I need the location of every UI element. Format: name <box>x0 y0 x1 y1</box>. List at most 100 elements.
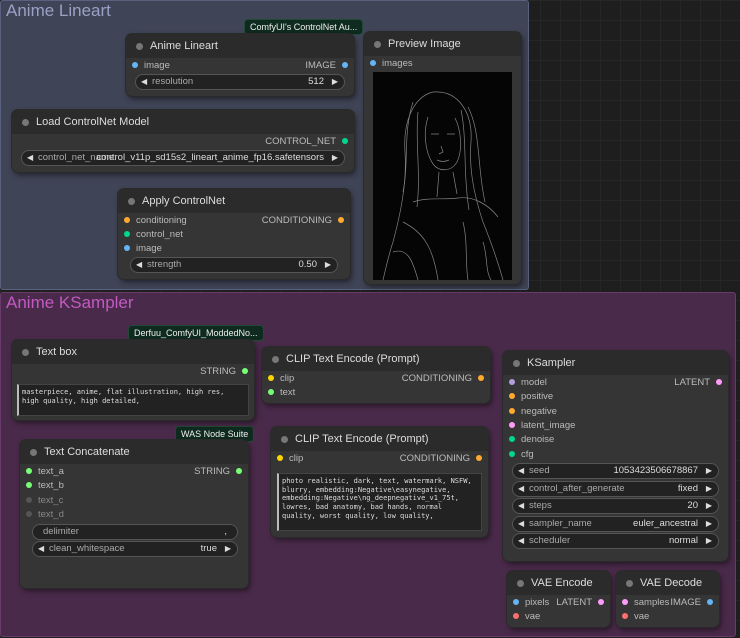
sampler-name-widget[interactable]: ◀ sampler_name euler_ancestral ▶ <box>512 516 719 532</box>
node-load-controlnet[interactable]: Load ControlNet Model CONTROL_NET ◀ cont… <box>12 110 354 172</box>
input-slot-text-b[interactable]: text_b <box>26 480 64 492</box>
node-title-bar[interactable]: VAE Encode <box>507 571 610 595</box>
strength-widget[interactable]: ◀ strength 0.50 ▶ <box>130 257 338 273</box>
input-slot-image[interactable]: image <box>132 60 170 72</box>
collapse-dot-icon[interactable] <box>281 436 288 443</box>
input-slot-latent-image[interactable]: latent_image <box>509 420 575 432</box>
slot-dot-icon[interactable] <box>26 497 32 503</box>
node-text-box[interactable]: Text box STRING masterpiece, anime, flat… <box>12 340 254 420</box>
output-slot-string[interactable]: STRING <box>194 466 242 478</box>
collapse-dot-icon[interactable] <box>22 119 29 126</box>
next-arrow-icon[interactable]: ▶ <box>225 542 231 556</box>
slot-dot-icon[interactable] <box>716 379 722 385</box>
input-slot-vae[interactable]: vae <box>622 611 649 623</box>
input-slot-text-c[interactable]: text_c <box>26 495 63 507</box>
output-slot-image[interactable]: IMAGE <box>670 597 713 609</box>
collapse-dot-icon[interactable] <box>30 449 37 456</box>
collapse-dot-icon[interactable] <box>136 43 143 50</box>
slot-dot-icon[interactable] <box>509 436 515 442</box>
node-vae-decode[interactable]: VAE Decode samples IMAGE vae <box>616 571 719 627</box>
prev-arrow-icon[interactable]: ◀ <box>518 517 524 531</box>
decrement-arrow-icon[interactable]: ◀ <box>136 258 142 272</box>
node-clip-text-encode-positive[interactable]: CLIP Text Encode (Prompt) clip CONDITION… <box>262 347 490 403</box>
input-slot-image[interactable]: image <box>124 243 162 255</box>
collapse-dot-icon[interactable] <box>626 580 633 587</box>
node-title-bar[interactable]: Load ControlNet Model <box>12 110 354 134</box>
output-slot-latent[interactable]: LATENT <box>556 597 604 609</box>
node-title-bar[interactable]: Anime Lineart <box>126 34 354 58</box>
resolution-widget[interactable]: ◀ resolution 512 ▶ <box>135 74 345 90</box>
output-slot-control-net[interactable]: CONTROL_NET <box>265 136 348 148</box>
slot-dot-icon[interactable] <box>370 60 376 66</box>
prev-arrow-icon[interactable]: ◀ <box>518 534 524 548</box>
prev-arrow-icon[interactable]: ◀ <box>38 542 44 556</box>
node-preview-image[interactable]: Preview Image images <box>364 32 521 284</box>
collapse-dot-icon[interactable] <box>374 41 381 48</box>
node-title-bar[interactable]: KSampler <box>503 351 728 375</box>
increment-arrow-icon[interactable]: ▶ <box>706 464 712 478</box>
input-slot-samples[interactable]: samples <box>622 597 669 609</box>
node-vae-encode[interactable]: VAE Encode pixels LATENT vae <box>507 571 610 627</box>
node-title-bar[interactable]: Preview Image <box>364 32 521 56</box>
collapse-dot-icon[interactable] <box>22 349 29 356</box>
slot-dot-icon[interactable] <box>124 217 130 223</box>
output-slot-string[interactable]: STRING <box>200 366 248 378</box>
control-net-name-widget[interactable]: ◀ control_net_name control_v11p_sd15s2_l… <box>21 150 345 166</box>
next-arrow-icon[interactable]: ▶ <box>706 534 712 548</box>
next-arrow-icon[interactable]: ▶ <box>706 517 712 531</box>
slot-dot-icon[interactable] <box>509 393 515 399</box>
text-box-textarea[interactable]: masterpiece, anime, flat illustration, h… <box>17 384 249 416</box>
input-slot-conditioning[interactable]: conditioning <box>124 215 187 227</box>
slot-dot-icon[interactable] <box>268 389 274 395</box>
output-slot-conditioning[interactable]: CONDITIONING <box>400 453 482 465</box>
control-after-generate-widget[interactable]: ◀ control_after_generate fixed ▶ <box>512 481 719 497</box>
input-slot-vae[interactable]: vae <box>513 611 540 623</box>
input-slot-pixels[interactable]: pixels <box>513 597 549 609</box>
slot-dot-icon[interactable] <box>26 468 32 474</box>
slot-dot-icon[interactable] <box>26 482 32 488</box>
node-title-bar[interactable]: Text Concatenate <box>20 440 248 464</box>
slot-dot-icon[interactable] <box>476 455 482 461</box>
next-arrow-icon[interactable]: ▶ <box>332 151 338 165</box>
steps-widget[interactable]: ◀ steps 20 ▶ <box>512 498 719 514</box>
input-slot-positive[interactable]: positive <box>509 391 553 403</box>
node-title-bar[interactable]: Text box <box>12 340 254 364</box>
slot-dot-icon[interactable] <box>338 217 344 223</box>
next-arrow-icon[interactable]: ▶ <box>706 482 712 496</box>
increment-arrow-icon[interactable]: ▶ <box>325 258 331 272</box>
input-slot-model[interactable]: model <box>509 377 547 389</box>
slot-dot-icon[interactable] <box>132 62 138 68</box>
slot-dot-icon[interactable] <box>342 62 348 68</box>
node-ksampler[interactable]: KSampler model LATENT positive negative … <box>503 351 728 561</box>
slot-dot-icon[interactable] <box>242 368 248 374</box>
slot-dot-icon[interactable] <box>236 468 242 474</box>
slot-dot-icon[interactable] <box>622 599 628 605</box>
input-slot-text-d[interactable]: text_d <box>26 509 64 521</box>
prev-arrow-icon[interactable]: ◀ <box>518 482 524 496</box>
output-slot-latent[interactable]: LATENT <box>674 377 722 389</box>
output-slot-conditioning[interactable]: CONDITIONING <box>262 215 344 227</box>
output-slot-conditioning[interactable]: CONDITIONING <box>402 373 484 385</box>
node-anime-lineart[interactable]: Anime Lineart image IMAGE ◀ resolution 5… <box>126 34 354 96</box>
clean-whitespace-widget[interactable]: ◀ clean_whitespace true ▶ <box>32 541 238 557</box>
slot-dot-icon[interactable] <box>277 455 283 461</box>
input-slot-denoise[interactable]: denoise <box>509 434 554 446</box>
node-clip-text-encode-negative[interactable]: CLIP Text Encode (Prompt) clip CONDITION… <box>271 427 488 537</box>
decrement-arrow-icon[interactable]: ◀ <box>518 499 524 513</box>
input-slot-negative[interactable]: negative <box>509 406 557 418</box>
input-slot-text[interactable]: text <box>268 387 295 399</box>
collapse-dot-icon[interactable] <box>272 356 279 363</box>
slot-dot-icon[interactable] <box>124 245 130 251</box>
input-slot-clip[interactable]: clip <box>277 453 303 465</box>
decrement-arrow-icon[interactable]: ◀ <box>141 75 147 89</box>
collapse-dot-icon[interactable] <box>128 198 135 205</box>
input-slot-text-a[interactable]: text_a <box>26 466 64 478</box>
input-slot-clip[interactable]: clip <box>268 373 294 385</box>
input-slot-cfg[interactable]: cfg <box>509 449 534 461</box>
slot-dot-icon[interactable] <box>622 613 628 619</box>
collapse-dot-icon[interactable] <box>517 580 524 587</box>
increment-arrow-icon[interactable]: ▶ <box>332 75 338 89</box>
scheduler-widget[interactable]: ◀ scheduler normal ▶ <box>512 533 719 549</box>
prev-arrow-icon[interactable]: ◀ <box>27 151 33 165</box>
slot-dot-icon[interactable] <box>509 379 515 385</box>
